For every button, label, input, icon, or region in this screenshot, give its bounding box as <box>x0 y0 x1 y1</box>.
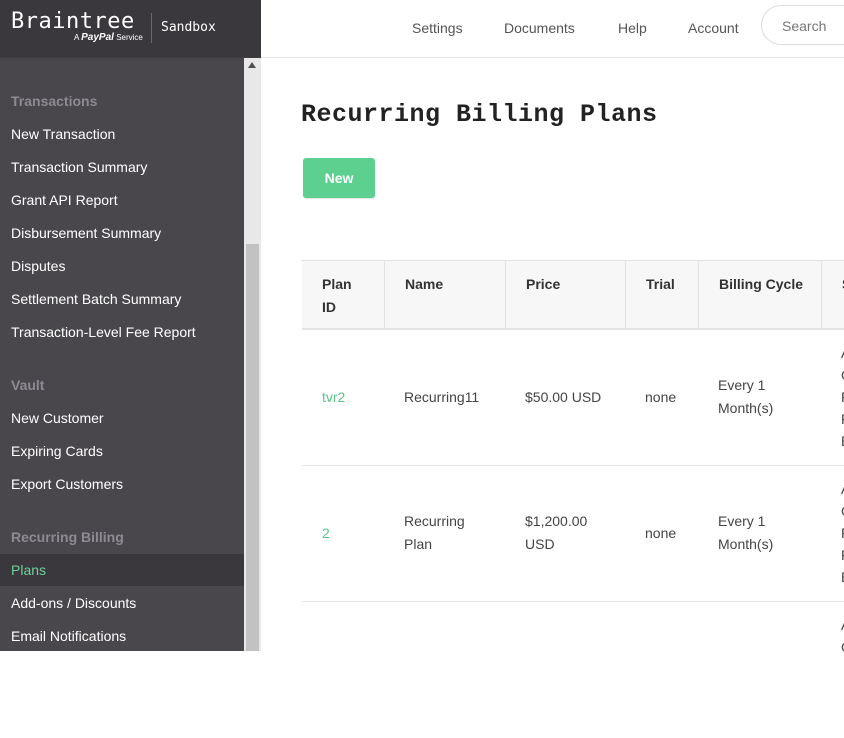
search-placeholder: Search <box>782 18 827 34</box>
header-plan-id[interactable]: Plan ID <box>302 261 385 328</box>
header-name[interactable]: Name <box>385 261 506 328</box>
new-plan-button[interactable]: New <box>303 158 375 198</box>
plan-id-link[interactable]: 2 <box>322 522 330 545</box>
sidebar-scrollbar[interactable] <box>244 58 261 651</box>
sidebar-item-new-customer[interactable]: New Customer <box>0 402 244 434</box>
brand-header: Braintree A PayPal Service Sandbox <box>0 0 261 57</box>
plan-price: $50.00 USD <box>525 389 602 405</box>
sidebar-item-plans[interactable]: Plans <box>0 554 244 586</box>
tagline-prefix: A <box>74 33 79 42</box>
scroll-up-arrow-icon[interactable] <box>248 62 256 68</box>
sidebar-item-email-notifications[interactable]: Email Notifications <box>0 620 244 651</box>
section-title-recurring-billing: Recurring Billing <box>11 529 124 545</box>
sidebar-item-transaction-level-fee-report[interactable]: Transaction-Level Fee Report <box>0 316 244 348</box>
sidebar-item-new-transaction[interactable]: New Transaction <box>0 118 244 150</box>
brand-divider <box>151 13 152 43</box>
tagline-brand: PayPal <box>81 32 114 43</box>
header-billing-cycle[interactable]: Billing Cycle <box>699 261 822 328</box>
plan-trial: none <box>645 389 677 405</box>
environment-label: Sandbox <box>161 20 216 35</box>
nav-account[interactable]: Account <box>688 20 739 36</box>
sidebar-item-export-customers[interactable]: Export Customers <box>0 468 244 500</box>
sidebar-item-transaction-summary[interactable]: Transaction Summary <box>0 151 244 183</box>
scroll-thumb[interactable] <box>246 244 259 651</box>
plan-name: Recurring11 <box>404 389 480 405</box>
search-input[interactable]: Search <box>761 5 844 45</box>
header-trial[interactable]: Trial <box>626 261 699 328</box>
brand-tagline: A PayPal Service <box>74 32 143 43</box>
sidebar-item-expiring-cards[interactable]: Expiring Cards <box>0 435 244 467</box>
header-price[interactable]: Price <box>506 261 626 328</box>
nav-help[interactable]: Help <box>618 20 647 36</box>
sidebar-nav: Transactions New Transaction Transaction… <box>0 58 244 651</box>
brand-logo[interactable]: Braintree <box>11 9 135 34</box>
sidebar-item-settlement-batch-summary[interactable]: Settlement Batch Summary <box>0 283 244 315</box>
plan-name: Recurring Plan <box>404 513 465 552</box>
plans-table: Plan ID Name Price Trial Billing Cycle S… <box>301 260 844 655</box>
sidebar-item-add-ons-discounts[interactable]: Add-ons / Discounts <box>0 587 244 619</box>
sidebar: Braintree A PayPal Service Sandbox Trans… <box>0 0 261 651</box>
plan-billing-cycle: Every 1 Month(s) <box>718 377 774 416</box>
plan-id-link[interactable]: tvr2 <box>322 386 345 409</box>
sidebar-item-disputes[interactable]: Disputes <box>0 250 244 282</box>
section-title-transactions: Transactions <box>11 93 98 109</box>
section-title-vault: Vault <box>11 377 45 393</box>
table-row: 2 Recurring Plan $1,200.00 USD none Ever… <box>302 466 844 602</box>
plan-trial: none <box>645 525 677 541</box>
plan-billing-cycle: Every 1 Month(s) <box>718 513 774 552</box>
sidebar-item-disbursement-summary[interactable]: Disbursement Summary <box>0 217 244 249</box>
table-row: A C <box>302 602 844 738</box>
nav-documents[interactable]: Documents <box>504 20 575 36</box>
sidebar-item-grant-api-report[interactable]: Grant API Report <box>0 184 244 216</box>
nav-settings[interactable]: Settings <box>412 20 463 36</box>
tagline-suffix: Service <box>116 33 143 42</box>
header-status-truncated[interactable]: S <box>822 261 844 328</box>
table-header: Plan ID Name Price Trial Billing Cycle S <box>302 261 844 330</box>
page-title: Recurring Billing Plans <box>301 100 658 129</box>
table-row: tvr2 Recurring11 $50.00 USD none Every 1… <box>302 330 844 466</box>
plan-price: $1,200.00 USD <box>525 513 588 552</box>
